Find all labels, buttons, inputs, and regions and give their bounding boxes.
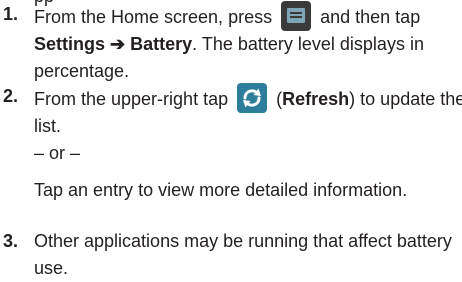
- step-text: From the upper-right tap: [34, 89, 229, 109]
- step-text: to update the: [360, 89, 462, 109]
- step-2-line-2: list.: [34, 116, 61, 136]
- step-2: 2. From the upper-right tap (Refresh) to…: [0, 83, 462, 204]
- settings-label: Settings: [34, 34, 106, 54]
- menu-icon: [281, 1, 312, 31]
- step-1-line-3: percentage.: [34, 61, 130, 81]
- step-1: 1. From the Home screen, press and then …: [0, 1, 462, 85]
- refresh-icon: [237, 83, 268, 113]
- alternate-instruction: Tap an entry to view more detailed infor…: [34, 180, 408, 200]
- step-number: 1.: [3, 4, 19, 24]
- step-1-line-2: Settings ➔ Battery. The battery level di…: [34, 31, 456, 58]
- step-3-line-1: Other applications may be running that a…: [34, 231, 452, 251]
- refresh-label: Refresh: [282, 89, 350, 109]
- or-separator: – or –: [34, 143, 81, 163]
- step-2-line-1: From the upper-right tap (Refresh) to up…: [34, 83, 462, 113]
- step-number: 2.: [3, 86, 19, 106]
- step-text: and then tap: [320, 7, 421, 27]
- step-number: 3.: [3, 231, 19, 251]
- step-3-line-2: use.: [34, 258, 69, 278]
- step-text: . The battery level displays in: [192, 34, 424, 54]
- step-3: 3. Other applications may be running tha…: [0, 228, 462, 282]
- step-1-line-1: From the Home screen, press and then tap: [34, 1, 456, 31]
- step-text: From the Home screen, press: [34, 7, 273, 27]
- arrow-right-icon: ➔: [110, 34, 126, 54]
- battery-label: Battery: [130, 34, 193, 54]
